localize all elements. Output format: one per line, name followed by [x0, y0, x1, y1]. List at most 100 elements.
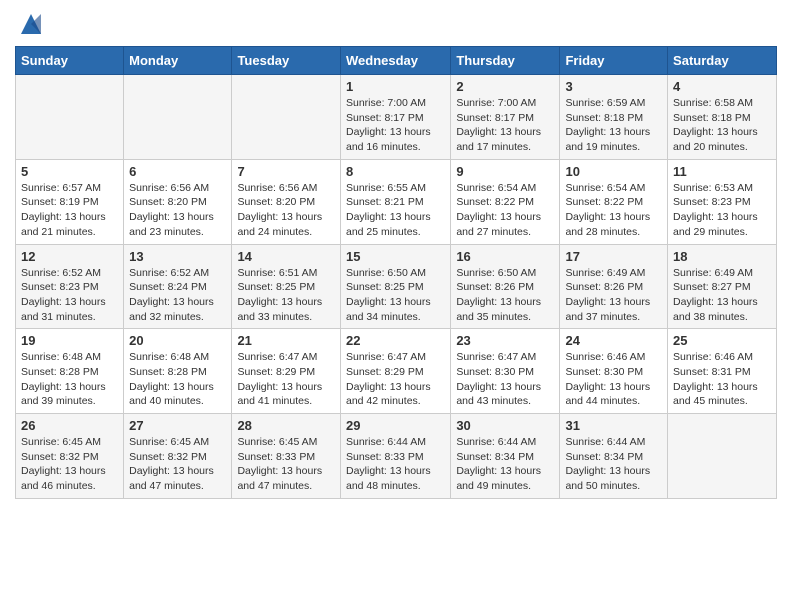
day-info: Sunrise: 6:45 AM Sunset: 8:32 PM Dayligh… [21, 435, 118, 494]
calendar-cell: 13 Sunrise: 6:52 AM Sunset: 8:24 PM Dayli… [124, 244, 232, 329]
weekday-header-sunday: Sunday [16, 47, 124, 75]
day-number: 27 [129, 418, 226, 433]
day-number: 6 [129, 164, 226, 179]
week-row-1: 1Sunrise: 7:00 AM Sunset: 8:17 PM Daylig… [16, 75, 777, 160]
page: SundayMondayTuesdayWednesdayThursdayFrid… [0, 0, 792, 514]
calendar-cell: 19 Sunrise: 6:48 AM Sunset: 8:28 PM Dayli… [16, 329, 124, 414]
calendar-cell: 7 Sunrise: 6:56 AM Sunset: 8:20 PM Daylig… [232, 159, 341, 244]
day-number: 24 [565, 333, 662, 348]
day-info: Sunrise: 6:50 AM Sunset: 8:25 PM Dayligh… [346, 266, 445, 325]
calendar-cell: 6 Sunrise: 6:56 AM Sunset: 8:20 PM Daylig… [124, 159, 232, 244]
calendar-cell: 11 Sunrise: 6:53 AM Sunset: 8:23 PM Dayli… [668, 159, 777, 244]
weekday-header-saturday: Saturday [668, 47, 777, 75]
day-number: 17 [565, 249, 662, 264]
day-info: Sunrise: 6:47 AM Sunset: 8:30 PM Dayligh… [456, 350, 554, 409]
day-number: 30 [456, 418, 554, 433]
day-info: Sunrise: 6:56 AM Sunset: 8:20 PM Dayligh… [237, 181, 335, 240]
day-info: Sunrise: 6:44 AM Sunset: 8:33 PM Dayligh… [346, 435, 445, 494]
calendar-cell [16, 75, 124, 160]
calendar-cell: 21 Sunrise: 6:47 AM Sunset: 8:29 PM Dayli… [232, 329, 341, 414]
day-number: 12 [21, 249, 118, 264]
day-info: Sunrise: 6:51 AM Sunset: 8:25 PM Dayligh… [237, 266, 335, 325]
calendar-cell: 18 Sunrise: 6:49 AM Sunset: 8:27 PM Dayli… [668, 244, 777, 329]
calendar-cell: 17Sunrise: 6:49 AM Sunset: 8:26 PM Dayli… [560, 244, 668, 329]
calendar-cell: 25Sunrise: 6:46 AM Sunset: 8:31 PM Dayli… [668, 329, 777, 414]
header [15, 10, 777, 38]
weekday-header-thursday: Thursday [451, 47, 560, 75]
calendar-cell: 2Sunrise: 7:00 AM Sunset: 8:17 PM Daylig… [451, 75, 560, 160]
calendar-cell: 5Sunrise: 6:57 AM Sunset: 8:19 PM Daylig… [16, 159, 124, 244]
day-number: 26 [21, 418, 118, 433]
calendar-cell: 28 Sunrise: 6:45 AM Sunset: 8:33 PM Dayli… [232, 414, 341, 499]
day-number: 22 [346, 333, 445, 348]
week-row-3: 12 Sunrise: 6:52 AM Sunset: 8:23 PM Dayli… [16, 244, 777, 329]
calendar-cell: 16 Sunrise: 6:50 AM Sunset: 8:26 PM Dayli… [451, 244, 560, 329]
day-info: Sunrise: 7:00 AM Sunset: 8:17 PM Dayligh… [456, 96, 554, 155]
day-number: 4 [673, 79, 771, 94]
weekday-header-wednesday: Wednesday [340, 47, 450, 75]
day-info: Sunrise: 7:00 AM Sunset: 8:17 PM Dayligh… [346, 96, 445, 155]
day-info: Sunrise: 6:48 AM Sunset: 8:28 PM Dayligh… [21, 350, 118, 409]
day-number: 31 [565, 418, 662, 433]
week-row-2: 5Sunrise: 6:57 AM Sunset: 8:19 PM Daylig… [16, 159, 777, 244]
calendar: SundayMondayTuesdayWednesdayThursdayFrid… [15, 46, 777, 499]
day-number: 19 [21, 333, 118, 348]
calendar-cell: 29 Sunrise: 6:44 AM Sunset: 8:33 PM Dayli… [340, 414, 450, 499]
day-number: 20 [129, 333, 226, 348]
day-number: 16 [456, 249, 554, 264]
calendar-cell: 23 Sunrise: 6:47 AM Sunset: 8:30 PM Dayli… [451, 329, 560, 414]
day-number: 8 [346, 164, 445, 179]
day-number: 9 [456, 164, 554, 179]
day-number: 13 [129, 249, 226, 264]
day-number: 15 [346, 249, 445, 264]
calendar-cell: 12 Sunrise: 6:52 AM Sunset: 8:23 PM Dayli… [16, 244, 124, 329]
day-info: Sunrise: 6:47 AM Sunset: 8:29 PM Dayligh… [346, 350, 445, 409]
day-number: 18 [673, 249, 771, 264]
calendar-cell: 26 Sunrise: 6:45 AM Sunset: 8:32 PM Dayli… [16, 414, 124, 499]
day-info: Sunrise: 6:48 AM Sunset: 8:28 PM Dayligh… [129, 350, 226, 409]
logo [15, 10, 45, 38]
day-info: Sunrise: 6:50 AM Sunset: 8:26 PM Dayligh… [456, 266, 554, 325]
calendar-cell: 15 Sunrise: 6:50 AM Sunset: 8:25 PM Dayli… [340, 244, 450, 329]
calendar-cell: 3 Sunrise: 6:59 AM Sunset: 8:18 PM Daylig… [560, 75, 668, 160]
day-info: Sunrise: 6:57 AM Sunset: 8:19 PM Dayligh… [21, 181, 118, 240]
weekday-header-friday: Friday [560, 47, 668, 75]
day-number: 21 [237, 333, 335, 348]
day-number: 3 [565, 79, 662, 94]
weekday-header-monday: Monday [124, 47, 232, 75]
day-number: 11 [673, 164, 771, 179]
calendar-cell: 20 Sunrise: 6:48 AM Sunset: 8:28 PM Dayli… [124, 329, 232, 414]
day-info: Sunrise: 6:49 AM Sunset: 8:27 PM Dayligh… [673, 266, 771, 325]
day-number: 7 [237, 164, 335, 179]
day-number: 28 [237, 418, 335, 433]
day-info: Sunrise: 6:44 AM Sunset: 8:34 PM Dayligh… [456, 435, 554, 494]
day-number: 23 [456, 333, 554, 348]
calendar-cell: 4 Sunrise: 6:58 AM Sunset: 8:18 PM Daylig… [668, 75, 777, 160]
day-info: Sunrise: 6:55 AM Sunset: 8:21 PM Dayligh… [346, 181, 445, 240]
day-info: Sunrise: 6:58 AM Sunset: 8:18 PM Dayligh… [673, 96, 771, 155]
logo-icon [17, 10, 45, 38]
day-info: Sunrise: 6:45 AM Sunset: 8:33 PM Dayligh… [237, 435, 335, 494]
calendar-cell: 14Sunrise: 6:51 AM Sunset: 8:25 PM Dayli… [232, 244, 341, 329]
week-row-4: 19 Sunrise: 6:48 AM Sunset: 8:28 PM Dayli… [16, 329, 777, 414]
day-info: Sunrise: 6:44 AM Sunset: 8:34 PM Dayligh… [565, 435, 662, 494]
day-info: Sunrise: 6:59 AM Sunset: 8:18 PM Dayligh… [565, 96, 662, 155]
calendar-cell: 24Sunrise: 6:46 AM Sunset: 8:30 PM Dayli… [560, 329, 668, 414]
day-info: Sunrise: 6:54 AM Sunset: 8:22 PM Dayligh… [456, 181, 554, 240]
calendar-cell: 8 Sunrise: 6:55 AM Sunset: 8:21 PM Daylig… [340, 159, 450, 244]
calendar-cell: 30 Sunrise: 6:44 AM Sunset: 8:34 PM Dayli… [451, 414, 560, 499]
calendar-cell: 10 Sunrise: 6:54 AM Sunset: 8:22 PM Dayli… [560, 159, 668, 244]
day-info: Sunrise: 6:54 AM Sunset: 8:22 PM Dayligh… [565, 181, 662, 240]
day-info: Sunrise: 6:52 AM Sunset: 8:24 PM Dayligh… [129, 266, 226, 325]
day-info: Sunrise: 6:56 AM Sunset: 8:20 PM Dayligh… [129, 181, 226, 240]
day-info: Sunrise: 6:52 AM Sunset: 8:23 PM Dayligh… [21, 266, 118, 325]
day-number: 29 [346, 418, 445, 433]
day-info: Sunrise: 6:53 AM Sunset: 8:23 PM Dayligh… [673, 181, 771, 240]
calendar-cell [668, 414, 777, 499]
day-info: Sunrise: 6:46 AM Sunset: 8:31 PM Dayligh… [673, 350, 771, 409]
week-row-5: 26 Sunrise: 6:45 AM Sunset: 8:32 PM Dayli… [16, 414, 777, 499]
weekday-header-tuesday: Tuesday [232, 47, 341, 75]
calendar-cell: 22 Sunrise: 6:47 AM Sunset: 8:29 PM Dayli… [340, 329, 450, 414]
day-number: 10 [565, 164, 662, 179]
day-info: Sunrise: 6:47 AM Sunset: 8:29 PM Dayligh… [237, 350, 335, 409]
